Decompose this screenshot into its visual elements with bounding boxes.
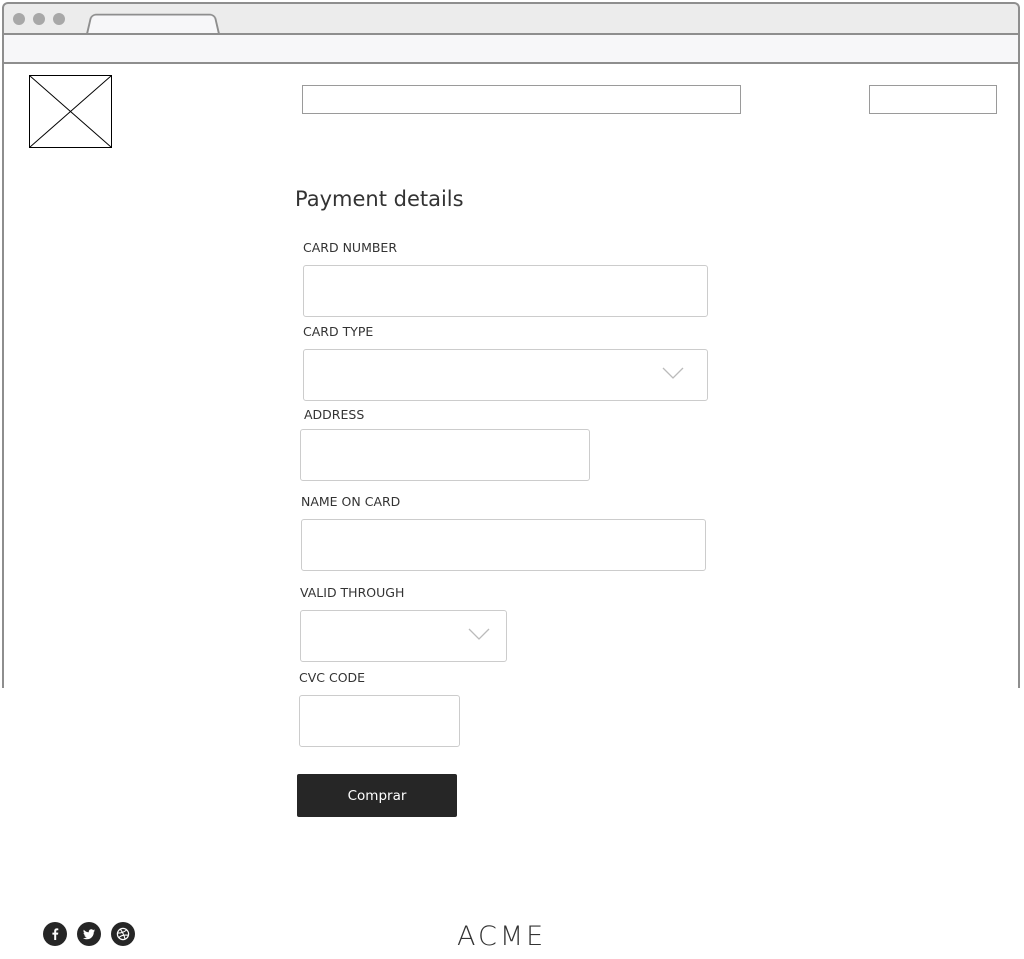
name-on-card-label: NAME ON CARD bbox=[301, 494, 401, 509]
chevron-down-icon bbox=[468, 628, 490, 640]
card-number-label: CARD NUMBER bbox=[303, 240, 398, 255]
card-type-select[interactable] bbox=[303, 349, 708, 401]
image-placeholder-icon bbox=[30, 76, 111, 147]
cvc-code-input[interactable] bbox=[299, 695, 460, 747]
cvc-code-label: CVC CODE bbox=[299, 670, 366, 685]
page: Payment details CARD NUMBER CARD TYPE AD… bbox=[0, 0, 1024, 959]
name-on-card-input[interactable] bbox=[301, 519, 706, 571]
brand-wordmark: ACME bbox=[457, 921, 547, 952]
address-label: ADDRESS bbox=[304, 407, 365, 422]
address-input[interactable] bbox=[300, 429, 590, 481]
card-type-label: CARD TYPE bbox=[303, 324, 374, 339]
dribbble-icon bbox=[116, 927, 130, 941]
chevron-down-icon bbox=[662, 367, 684, 379]
twitter-link[interactable] bbox=[77, 922, 101, 946]
card-number-input[interactable] bbox=[303, 265, 708, 317]
valid-through-label: VALID THROUGH bbox=[300, 585, 405, 600]
facebook-icon bbox=[52, 928, 59, 940]
valid-through-select[interactable] bbox=[300, 610, 507, 662]
page-title: Payment details bbox=[295, 187, 464, 211]
header-action-box[interactable] bbox=[869, 85, 997, 114]
search-input[interactable] bbox=[302, 85, 741, 114]
twitter-icon bbox=[83, 929, 95, 940]
dribbble-link[interactable] bbox=[111, 922, 135, 946]
buy-button[interactable]: Comprar bbox=[297, 774, 457, 817]
logo-image-placeholder bbox=[29, 75, 112, 148]
facebook-link[interactable] bbox=[43, 922, 67, 946]
